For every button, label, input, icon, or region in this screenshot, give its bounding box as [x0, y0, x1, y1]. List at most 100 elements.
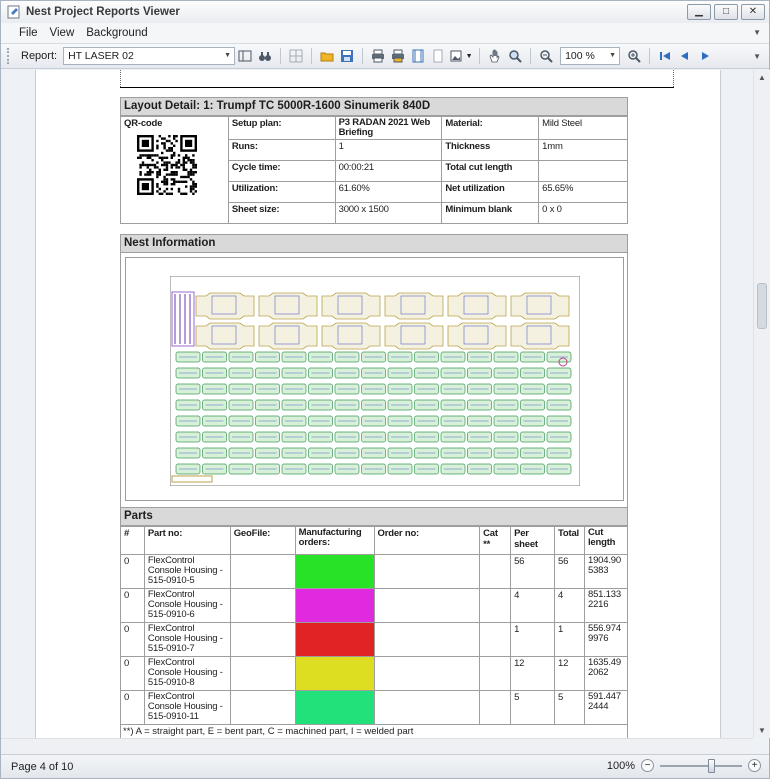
col-total: Total — [554, 526, 585, 555]
part-order-no — [373, 690, 481, 725]
part-cut-length: 591.4472444 — [583, 690, 629, 725]
nest-info-section: Nest Information — [120, 234, 628, 527]
col-cat: Cat ** — [479, 526, 512, 555]
runs-label: Runs: — [227, 139, 336, 161]
thickness-value: 1mm — [538, 139, 628, 161]
part-per-sheet: 12 — [510, 656, 555, 691]
table-row: 0 FlexControl Console Housing - 515-0910-… — [120, 588, 629, 623]
hand-tool-button[interactable] — [485, 46, 505, 66]
page-indicator: Page 4 of 10 — [11, 760, 74, 773]
toolbar-grip[interactable] — [7, 48, 11, 64]
part-name: FlexControl Console Housing - 515-0910-6 — [143, 588, 231, 623]
save-button[interactable] — [337, 46, 357, 66]
report-select[interactable]: HT LASER 02 ▼ — [63, 47, 236, 65]
part-name: FlexControl Console Housing - 515-0910-5 — [143, 554, 231, 589]
chevron-down-icon[interactable]: ▼ — [753, 28, 761, 37]
zoom-level: 100% — [606, 759, 635, 772]
plus-icon: + — [751, 759, 758, 771]
zoom-out-button[interactable] — [536, 46, 556, 66]
print-button[interactable] — [368, 46, 388, 66]
menu-view[interactable]: View — [44, 27, 81, 39]
part-total: 56 — [554, 554, 585, 589]
window-title: Nest Project Reports Viewer — [26, 6, 180, 18]
page-divider — [120, 87, 674, 88]
page-layout-button[interactable] — [428, 46, 448, 66]
quick-print-button[interactable] — [388, 46, 408, 66]
part-cat — [479, 690, 512, 725]
prev-page-icon — [681, 52, 689, 60]
status-bar: Page 4 of 10 100% − + — [1, 754, 769, 778]
qr-label: QR-code — [124, 118, 163, 129]
report-select-value: HT LASER 02 — [68, 50, 134, 62]
find-button[interactable] — [255, 46, 275, 66]
thumbnails-button[interactable] — [286, 46, 306, 66]
part-num: 0 — [120, 588, 145, 623]
hand-icon — [489, 49, 500, 63]
part-num: 0 — [120, 622, 145, 657]
page-setup-button[interactable] — [408, 46, 428, 66]
part-order-no — [373, 622, 481, 657]
magnifier-icon — [509, 50, 522, 63]
scroll-up-icon[interactable]: ▲ — [758, 73, 766, 82]
part-color — [294, 690, 375, 725]
total-cut-length-label: Total cut length — [441, 160, 540, 182]
part-order-no — [373, 588, 481, 623]
part-per-sheet: 4 — [510, 588, 555, 623]
vertical-scrollbar[interactable]: ▲ ▼ — [753, 70, 770, 738]
magnifier-button[interactable] — [505, 46, 525, 66]
close-button[interactable]: ✕ — [741, 4, 765, 20]
page-icon — [433, 49, 443, 63]
material-value: Mild Steel — [538, 116, 628, 140]
menu-file[interactable]: File — [13, 27, 44, 39]
setup-plan-value: P3 RADAN 2021 Web Briefing — [334, 116, 443, 140]
part-color — [294, 588, 375, 623]
part-per-sheet: 1 — [510, 622, 555, 657]
zoom-control: 100% − + — [606, 758, 761, 773]
manufacturing-order-color — [295, 623, 374, 656]
part-cut-length: 851.1332216 — [583, 588, 629, 623]
next-page-button[interactable] — [695, 46, 715, 66]
part-cat — [479, 656, 512, 691]
zoom-select[interactable]: 100 % ▼ — [560, 47, 621, 65]
maximize-button[interactable]: □ — [714, 4, 738, 20]
chevron-down-icon: ▼ — [609, 52, 617, 59]
maximize-icon: □ — [722, 6, 730, 17]
material-label: Material: — [441, 116, 540, 140]
setup-plan-label: Setup plan: — [227, 116, 336, 140]
cycle-time-value: 00:00:21 — [334, 160, 443, 182]
close-icon: ✕ — [748, 6, 758, 17]
utilization-label: Utilization: — [227, 181, 336, 203]
minimize-button[interactable]: ▁ — [687, 4, 711, 20]
chevron-down-icon[interactable]: ▼ — [753, 52, 761, 61]
manufacturing-order-color — [295, 589, 374, 622]
zoom-in-button-status[interactable]: + — [748, 759, 761, 772]
part-order-no — [373, 554, 481, 589]
part-num: 0 — [120, 690, 145, 725]
col-cut-length: Cut length — [583, 526, 629, 555]
zoom-slider-thumb[interactable] — [708, 758, 715, 773]
zoom-in-button[interactable] — [624, 46, 644, 66]
report-viewport[interactable]: Layout Detail: 1: Trumpf TC 5000R-1600 S… — [1, 70, 753, 738]
first-page-button[interactable] — [655, 46, 675, 66]
horizontal-scrollbar[interactable] — [1, 738, 753, 754]
table-row: 0 FlexControl Console Housing - 515-0910-… — [120, 622, 629, 657]
watermark-button[interactable]: ▼ — [448, 46, 474, 66]
part-per-sheet: 5 — [510, 690, 555, 725]
app-window: Nest Project Reports Viewer ▁ □ ✕ File V… — [0, 0, 770, 779]
col-per-sheet: Per sheet — [510, 526, 555, 555]
page-margin-left — [120, 70, 121, 87]
zoom-slider[interactable] — [660, 758, 742, 773]
nest-frame — [120, 253, 628, 527]
part-per-sheet: 56 — [510, 554, 555, 589]
toolbar: Report: HT LASER 02 ▼ ▼ 100 % ▼ ▼ — [1, 43, 769, 69]
open-button[interactable] — [317, 46, 337, 66]
part-geofile — [229, 622, 296, 657]
report-label: Report: — [21, 50, 58, 62]
zoom-out-button-status[interactable]: − — [641, 759, 654, 772]
menu-background[interactable]: Background — [80, 27, 153, 39]
scroll-thumb[interactable] — [757, 283, 767, 329]
toggle-panel-button[interactable] — [235, 46, 255, 66]
manufacturing-order-color — [295, 657, 374, 690]
scroll-down-icon[interactable]: ▼ — [758, 726, 766, 735]
prev-page-button[interactable] — [675, 46, 695, 66]
